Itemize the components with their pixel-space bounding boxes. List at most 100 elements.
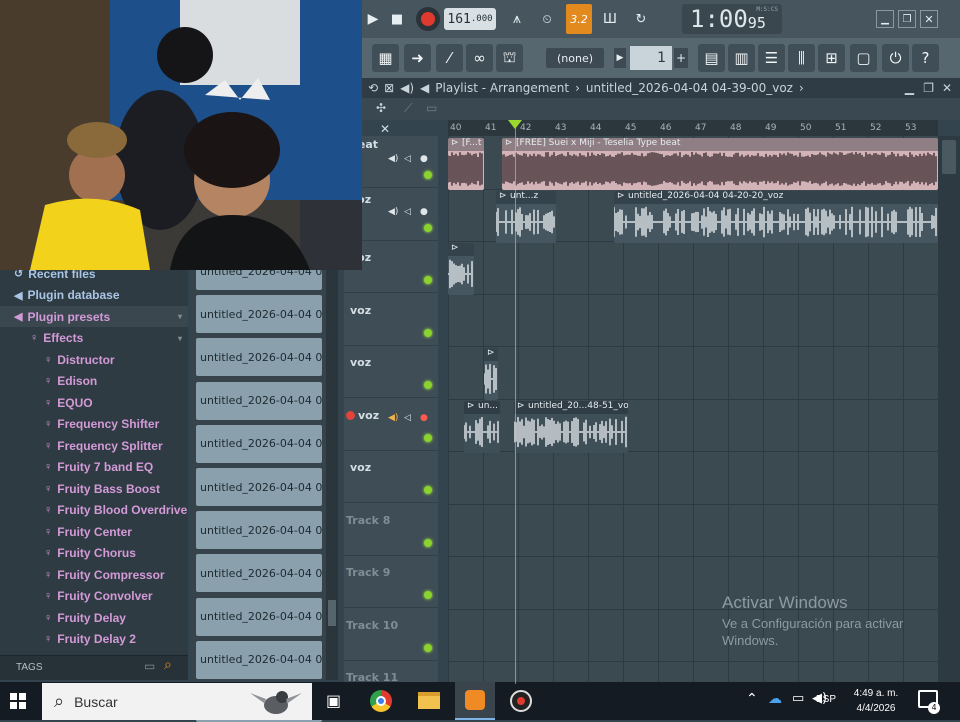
browser-icon[interactable]: ▢ (850, 44, 877, 72)
browser-item[interactable]: ♀ Distructor (0, 349, 188, 370)
browser-item[interactable]: ♀ Fruity Compressor (0, 564, 188, 585)
track-header[interactable]: voz (344, 294, 438, 346)
track-header[interactable]: Track 10 (344, 609, 438, 661)
audio-clip[interactable]: un... (464, 400, 500, 453)
collapse-arrow-icon[interactable]: ▾ (178, 312, 182, 321)
track-led[interactable] (424, 381, 432, 389)
track-header[interactable]: voz ◀) ◁ ● (344, 399, 438, 451)
song-time-display[interactable]: 1:00 95 M:S:CS (682, 4, 782, 34)
track-led[interactable] (424, 433, 432, 442)
language-indicator[interactable]: ESP (816, 694, 836, 705)
file-explorer-icon[interactable] (418, 692, 440, 709)
speaker-icon[interactable]: ◀) (388, 154, 398, 164)
pencil-icon[interactable]: ⟋ (404, 101, 412, 116)
record-arm-icon[interactable]: ● (420, 413, 428, 423)
speaker-icon[interactable]: ◀) (388, 207, 398, 217)
playhead[interactable] (515, 124, 516, 684)
stop-button[interactable]: ■ (386, 8, 408, 30)
tags-label[interactable]: TAGS (16, 662, 42, 673)
help-icon[interactable]: ? (912, 44, 939, 72)
browser-item[interactable]: ♀ Fruity Delay 2 (0, 629, 188, 650)
browser-item[interactable]: ♀ Fruity Center (0, 521, 188, 542)
brush-icon[interactable]: ⁄ (436, 44, 463, 72)
browser-item[interactable]: ♀ Frequency Splitter (0, 435, 188, 456)
folder-icon[interactable]: ▭ (144, 659, 155, 673)
taskbar-search[interactable]: ⌕ Buscar (42, 683, 312, 720)
recent-file-tile[interactable]: untitled_2026-04-04 04-... (196, 424, 322, 463)
loop-record-icon[interactable]: ↻ (628, 8, 654, 30)
pattern-add-button[interactable]: + (674, 48, 688, 68)
track-name[interactable]: Track 9 (346, 566, 390, 579)
track-header[interactable]: Track 8 (344, 504, 438, 556)
audio-clip[interactable] (448, 243, 474, 295)
scroll-thumb[interactable] (942, 140, 956, 174)
browser-item[interactable]: ♀ Effects ▾ (0, 328, 188, 349)
track-name[interactable]: Track 8 (346, 514, 390, 527)
stamp-icon[interactable]: ⛫ (496, 44, 523, 72)
ruler-marker-icon[interactable] (508, 120, 522, 129)
recent-scrollbar[interactable] (326, 270, 338, 680)
browser-item[interactable]: ♀ EQUO (0, 392, 188, 413)
browser-item[interactable]: ♀ Fruity Bass Boost (0, 478, 188, 499)
track-name[interactable]: voz (350, 356, 371, 369)
clock[interactable]: 4:49 a. m. 4/4/2026 (846, 686, 906, 716)
track-name[interactable]: voz (350, 461, 371, 474)
plugin-picker-icon[interactable]: ⊞ (818, 44, 845, 72)
audio-clip[interactable]: [F...t (448, 138, 484, 190)
recent-file-tile[interactable]: untitled_2026-04-04 04-... (196, 381, 322, 420)
minimize-window-icon[interactable]: ▁ (876, 10, 894, 28)
close-window-icon[interactable]: ✕ (920, 10, 938, 28)
collapse-icon[interactable]: ✕ (380, 122, 390, 136)
playlist-maximize-icon[interactable]: ❐ (923, 81, 934, 95)
speaker-icon[interactable]: ◀) (400, 81, 414, 95)
track-led[interactable] (424, 276, 432, 284)
playlist-scrollbar[interactable] (938, 136, 960, 684)
record-arm-icon[interactable]: ● (420, 154, 428, 164)
mixer-list-icon[interactable]: ☰ (758, 44, 785, 72)
arrow-right-icon[interactable]: ➜ (404, 44, 431, 72)
browser-item[interactable]: ♀ Fruity Delay (0, 607, 188, 628)
browser-item[interactable]: ♀ Edison (0, 371, 188, 392)
audio-clip[interactable]: [FREE] Suei x Miji - Teselia Type beat (502, 138, 938, 190)
playlist-minimize-icon[interactable]: ▁ (905, 81, 914, 95)
step-edit-icon[interactable]: Ш (598, 8, 622, 30)
metronome-icon[interactable]: ⩚ (504, 8, 530, 30)
track-name[interactable]: Track 10 (346, 619, 398, 632)
browser-item[interactable]: ♀ Fruity Convolver (0, 586, 188, 607)
pattern-prev-button[interactable]: ▶ (614, 48, 626, 68)
playlist-icon[interactable]: ▤ (698, 44, 725, 72)
tempo-display[interactable]: 161.000 (444, 8, 496, 30)
grid-icon[interactable]: ▭ (426, 101, 437, 115)
track-name[interactable]: voz (350, 304, 371, 317)
cut-icon[interactable]: ⊠ (384, 81, 394, 95)
task-view-icon[interactable]: ▣ (326, 691, 341, 710)
network-icon[interactable]: ▭ (792, 691, 804, 706)
track-header[interactable]: voz (344, 451, 438, 503)
record-arm-icon[interactable]: ● (420, 207, 428, 217)
audio-clip[interactable]: untitled_20...48-51_voz (514, 400, 628, 453)
play-button[interactable]: ▶ (364, 8, 382, 30)
track-led[interactable] (424, 328, 432, 337)
magnet-icon[interactable]: ⟲ (368, 81, 378, 95)
recent-file-tile[interactable]: untitled_2026-04-04 04-... (196, 597, 322, 636)
restore-window-icon[interactable]: ❐ (898, 10, 916, 28)
browser-item[interactable]: ◀ Plugin database (0, 285, 188, 306)
audio-clip[interactable]: untitled_2026-04-04 04-20-20_voz (614, 190, 938, 243)
channel-rack-icon[interactable]: ▥ (728, 44, 755, 72)
track-led[interactable] (424, 486, 432, 494)
track-header[interactable]: voz (344, 346, 438, 398)
recent-scroll-thumb[interactable] (328, 600, 336, 626)
browser-item[interactable]: ♀ Fruity Blood Overdrive (0, 500, 188, 521)
recent-file-tile[interactable]: untitled_2026-04-04 04-... (196, 511, 322, 550)
browser-item[interactable]: ♀ Frequency Shifter (0, 414, 188, 435)
recent-file-tile[interactable]: untitled_2026-04-04 04-... (196, 640, 322, 679)
track-led[interactable] (424, 171, 432, 179)
playlist-close-icon[interactable]: ✕ (942, 81, 952, 95)
arrow-left-icon[interactable]: ◀ (420, 81, 429, 95)
pattern-number[interactable]: 1 (630, 46, 672, 70)
chrome-icon[interactable] (370, 690, 392, 712)
move-icon[interactable]: ✣ (376, 101, 386, 115)
speaker-icon[interactable]: ◀) (388, 413, 398, 423)
track-led[interactable] (424, 643, 432, 652)
solo-icon[interactable]: ◁ (404, 413, 411, 423)
